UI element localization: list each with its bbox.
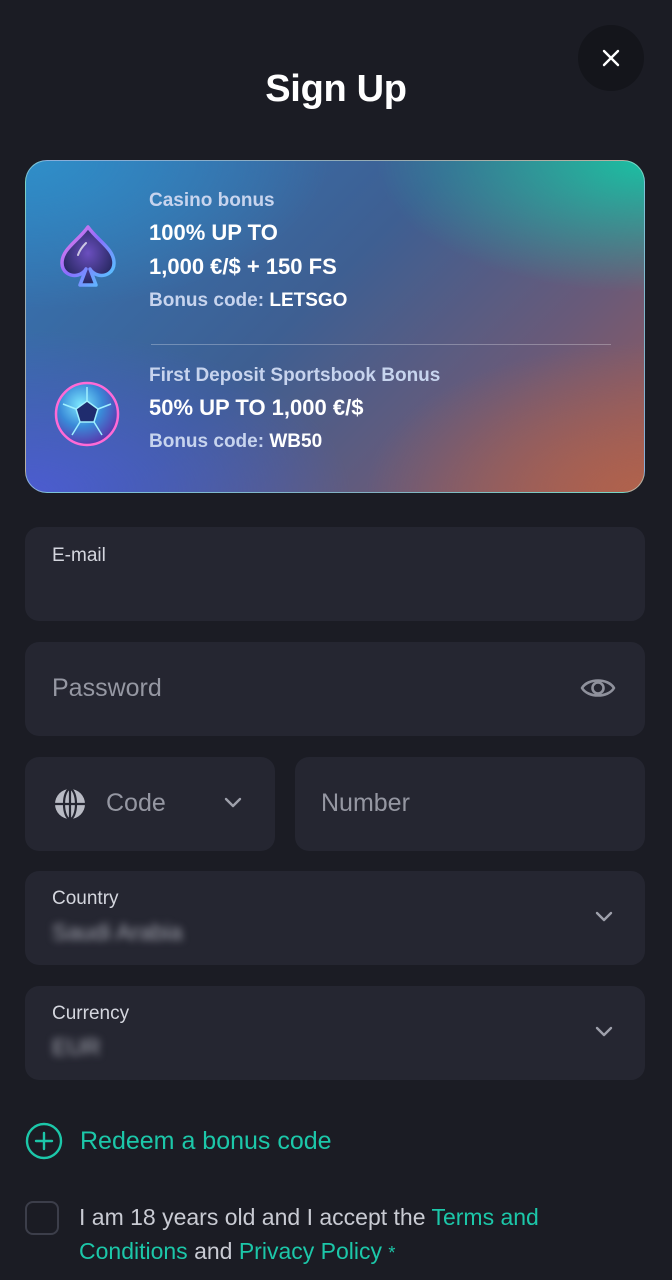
sportsbook-bonus-line1: 50% UP TO 1,000 €/$	[149, 395, 364, 420]
email-field[interactable]: E-mail	[25, 527, 645, 621]
sportsbook-bonus-code: WB50	[269, 431, 323, 452]
eye-icon[interactable]	[580, 673, 616, 703]
required-mark: *	[388, 1243, 396, 1263]
casino-bonus-code-line: Bonus code: LETSGO	[149, 290, 347, 312]
email-label: E-mail	[52, 545, 106, 566]
country-label: Country	[52, 888, 119, 909]
page-title: Sign Up	[265, 68, 407, 110]
currency-label: Currency	[52, 1003, 130, 1024]
casino-bonus-kicker: Casino bonus	[149, 190, 275, 211]
sportsbook-bonus-kicker: First Deposit Sportsbook Bonus	[149, 365, 441, 386]
redeem-bonus-code-label: Redeem a bonus code	[80, 1126, 332, 1155]
currency-select[interactable]: Currency EUR	[25, 986, 645, 1080]
close-icon	[602, 49, 620, 67]
casino-bonus-code: LETSGO	[269, 290, 348, 311]
terms-text: I am 18 years old and I accept the Terms…	[79, 1200, 639, 1270]
casino-bonus-line2: 1,000 €/$ + 150 FS	[149, 254, 337, 279]
sportsbook-bonus-code-line: Bonus code: WB50	[149, 431, 440, 453]
plus-circle-icon	[25, 1122, 63, 1160]
bonus-card: Casino bonus 100% UP TO 1,000 €/$ + 150 …	[25, 160, 645, 493]
phone-code-select[interactable]: Code	[25, 757, 275, 851]
casino-bonus-line1: 100% UP TO	[149, 220, 278, 245]
bonus-code-label: Bonus code:	[149, 431, 265, 452]
casino-bonus-block: Casino bonus 100% UP TO 1,000 €/$ + 150 …	[149, 190, 347, 312]
chevron-down-icon	[595, 911, 613, 922]
password-placeholder: Password	[52, 674, 162, 702]
redeem-bonus-code-link[interactable]: Redeem a bonus code	[25, 1122, 332, 1160]
chevron-down-icon	[595, 1026, 613, 1037]
number-placeholder: Number	[321, 789, 410, 817]
sportsbook-bonus-block: First Deposit Sportsbook Bonus 50% UP TO…	[149, 365, 440, 453]
terms-prefix: I am 18 years old and I accept the	[79, 1204, 432, 1230]
terms-middle: and	[187, 1238, 239, 1264]
bonus-divider	[151, 344, 611, 345]
globe-icon	[55, 787, 85, 821]
country-select[interactable]: Country Saudi Arabia	[25, 871, 645, 965]
age-terms-checkbox[interactable]	[25, 1201, 59, 1235]
code-placeholder: Code	[106, 789, 166, 817]
password-field[interactable]: Password	[25, 642, 645, 736]
currency-value: EUR	[52, 1034, 101, 1060]
chevron-down-icon	[224, 797, 242, 808]
bonus-code-label: Bonus code:	[149, 290, 265, 311]
spade-icon	[60, 225, 116, 287]
privacy-policy-link[interactable]: Privacy Policy	[239, 1238, 382, 1264]
soccer-ball-icon	[54, 381, 120, 447]
country-value: Saudi Arabia	[52, 919, 183, 945]
phone-number-field[interactable]: Number	[295, 757, 645, 851]
